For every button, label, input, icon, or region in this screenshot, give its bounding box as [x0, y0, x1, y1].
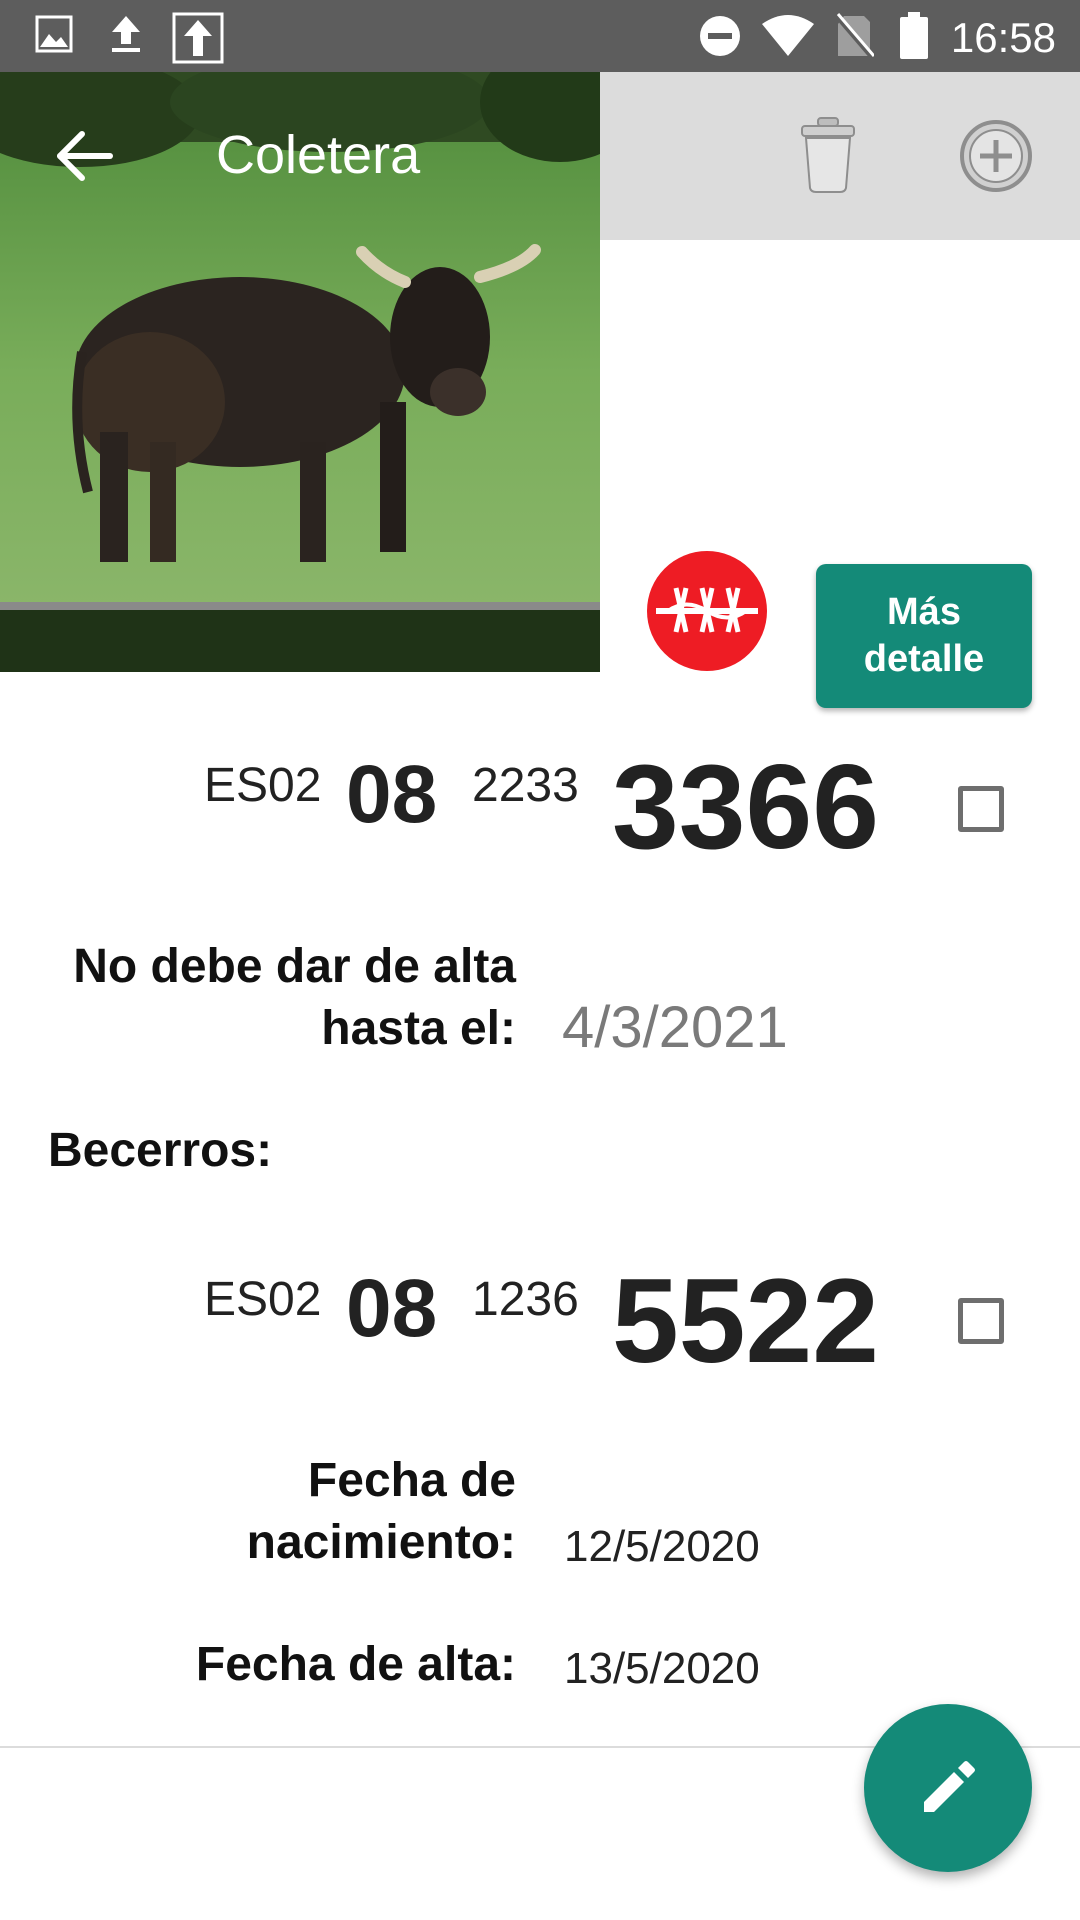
more-details-label: Más detalle: [863, 590, 985, 681]
pencil-icon: [924, 1761, 975, 1812]
more-details-button[interactable]: Más detalle: [816, 564, 1032, 708]
calf-tag-province: 08: [346, 1263, 438, 1354]
animal-tag: ES02 08 2233 3366: [0, 738, 1080, 878]
calf-tag-middle: 1236: [472, 1273, 579, 1326]
no-discharge-label: No debe dar de alta hasta el:: [73, 940, 516, 1055]
image-icon: [35, 15, 73, 53]
tag-middle: 2233: [472, 759, 579, 812]
battery-icon: [900, 12, 928, 59]
tag-country: ES02: [204, 759, 322, 812]
birth-date-value: 12/5/2020: [564, 1522, 760, 1571]
calf-tag-number: 5522: [612, 1254, 879, 1388]
status-bar: 16:58: [0, 0, 1080, 72]
upload-boxed-icon: [172, 12, 224, 64]
add-circle-icon[interactable]: [958, 118, 1034, 194]
trash-icon[interactable]: [796, 114, 860, 194]
calves-label: Becerros:: [48, 1124, 273, 1177]
birth-date-label: Fecha de nacimiento:: [246, 1454, 516, 1569]
page-title: Coletera: [216, 125, 421, 185]
tag-number: 3366: [612, 740, 879, 874]
do-not-disturb-icon: [700, 16, 740, 56]
back-arrow-icon[interactable]: [52, 124, 116, 188]
calf-tag-checkbox[interactable]: [958, 1298, 1004, 1344]
entry-date-value: 13/5/2020: [564, 1644, 760, 1693]
upload-icon: [112, 16, 140, 52]
tag-province: 08: [346, 749, 438, 840]
wifi-icon: [762, 15, 814, 56]
entry-date-label: Fecha de alta:: [195, 1638, 516, 1691]
calf-tag: ES02 08 1236 5522: [0, 1252, 1080, 1392]
calf-tag-country: ES02: [204, 1273, 322, 1326]
no-entry-fence-icon: [647, 551, 767, 671]
no-discharge-date: 4/3/2021: [562, 995, 788, 1060]
no-sim-icon: [834, 13, 874, 60]
edit-fab-button[interactable]: [864, 1704, 1032, 1872]
animal-tag-checkbox[interactable]: [958, 786, 1004, 832]
status-time: 16:58: [950, 14, 1056, 61]
